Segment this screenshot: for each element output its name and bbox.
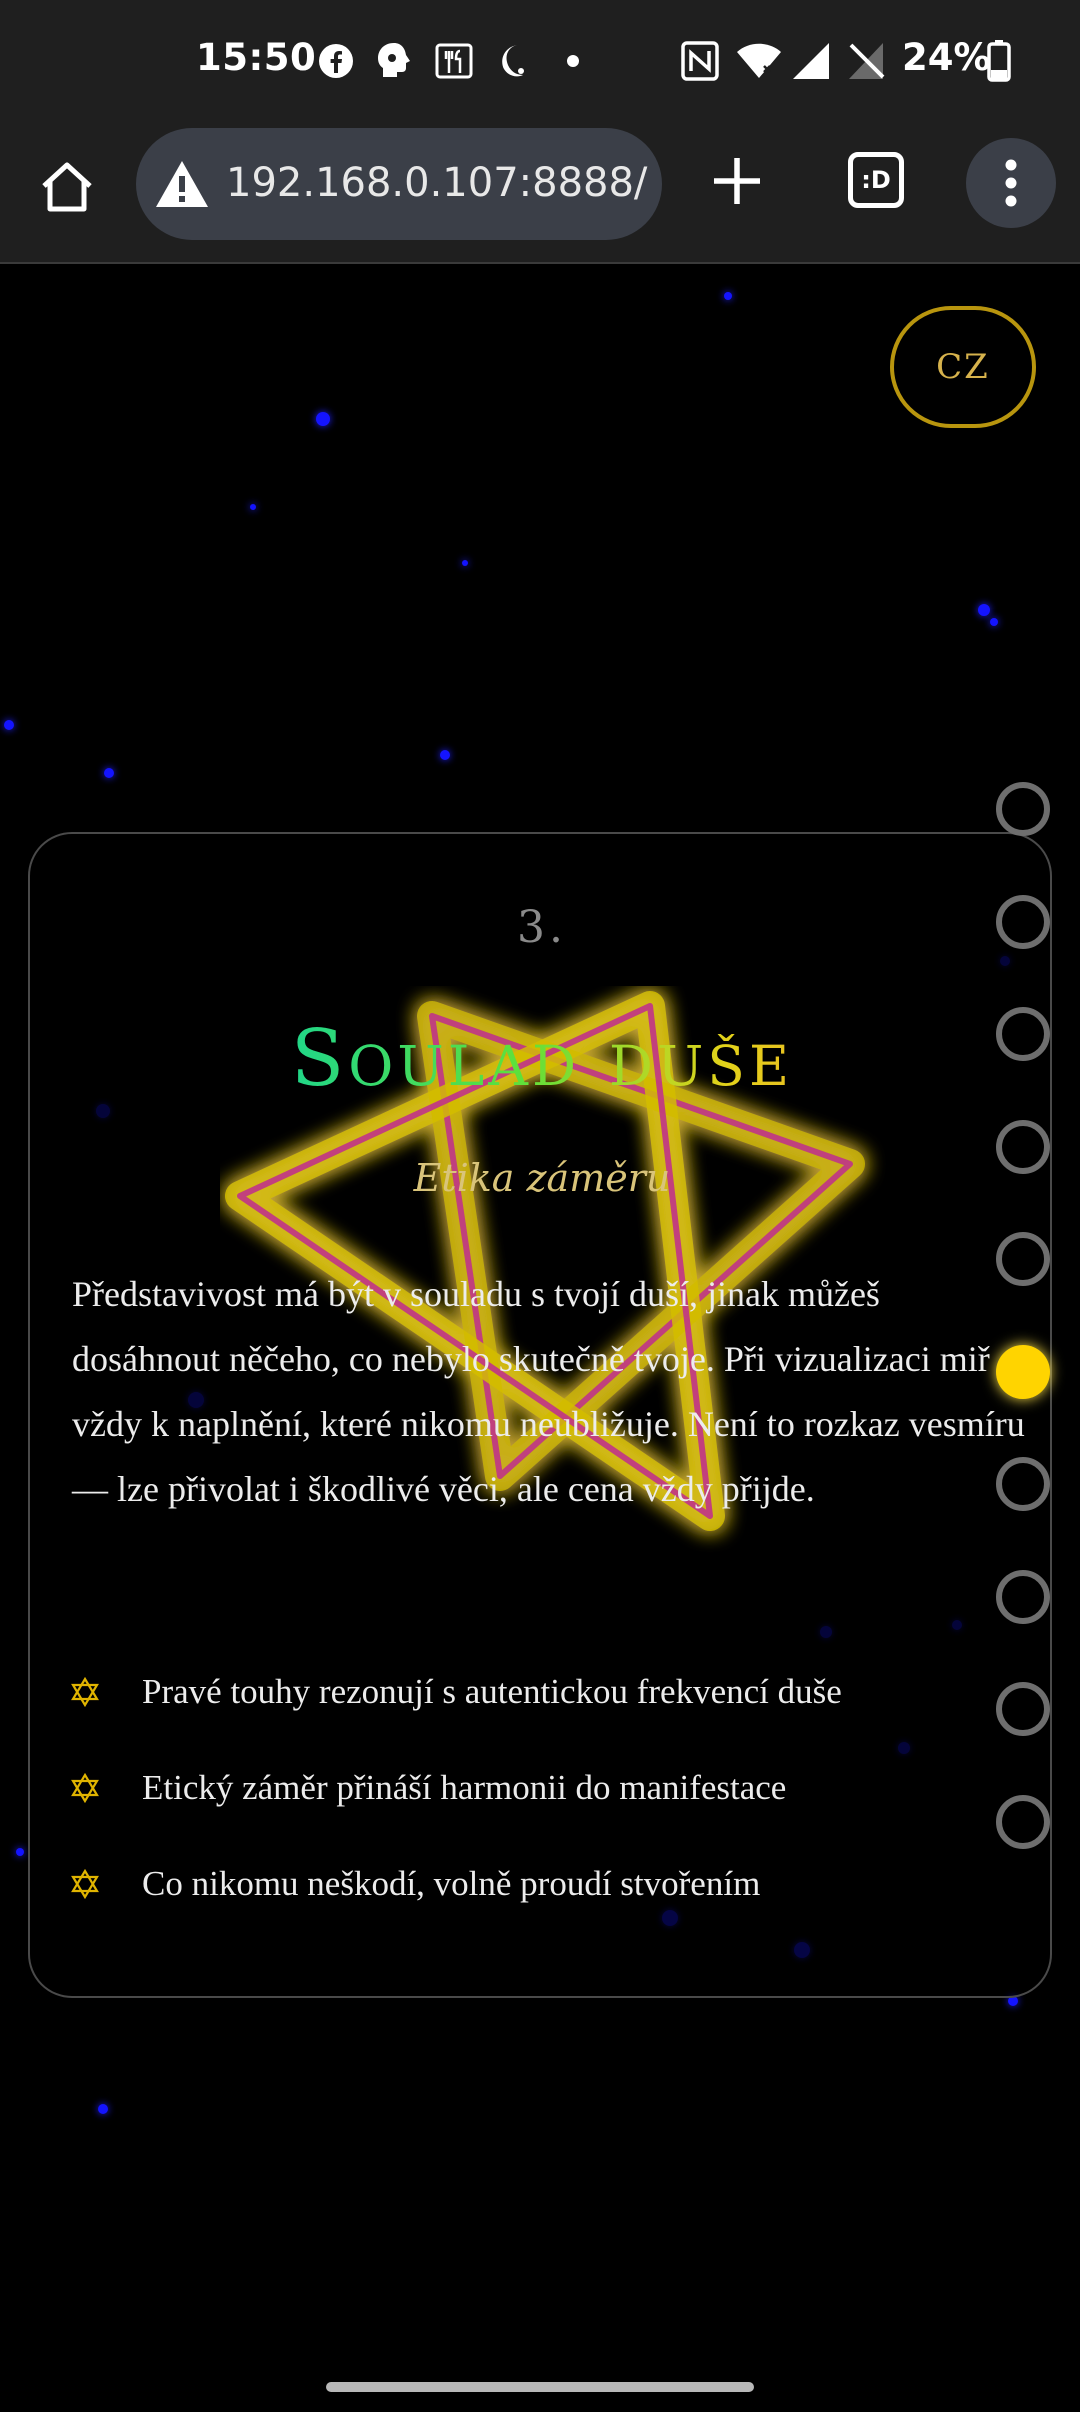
bullet-list: Pravé touhy rezonují s autentickou frekv… <box>70 1644 1030 1932</box>
list-item: Pravé touhy rezonují s autentickou frekv… <box>70 1644 1030 1740</box>
star-of-david-bullet-icon <box>71 1869 99 1899</box>
tab-switcher-button[interactable]: :D <box>848 152 904 208</box>
background-star <box>724 292 732 300</box>
background-star <box>250 504 256 510</box>
status-time: 15:50 <box>196 36 317 79</box>
section-nav-dot[interactable] <box>996 1232 1050 1286</box>
section-nav-dot[interactable] <box>996 1570 1050 1624</box>
home-button[interactable] <box>34 154 100 220</box>
more-vertical-icon <box>1005 159 1017 207</box>
star-of-david-bullet-icon <box>71 1773 99 1803</box>
section-title: Soulad duše <box>30 1014 1050 1104</box>
restaurant-icon <box>434 40 474 82</box>
warning-icon[interactable] <box>154 158 210 210</box>
nfc-icon <box>680 40 720 82</box>
star-of-david-bullet-icon <box>71 1677 99 1707</box>
section-nav-dot[interactable] <box>996 782 1050 836</box>
gesture-navigation-bar[interactable] <box>326 2382 754 2392</box>
wifi-icon <box>736 40 782 82</box>
list-item: Co nikomu neškodí, volně proudí stvoření… <box>70 1836 1030 1932</box>
cell-signal-icon <box>790 40 832 82</box>
app-notification-icon <box>374 40 414 82</box>
menu-button[interactable] <box>966 138 1056 228</box>
web-page: CZ 3. Soulad duše Etika záměru Představi… <box>0 266 1080 2412</box>
background-star <box>4 720 14 730</box>
background-star <box>316 412 330 426</box>
battery-icon <box>986 40 1012 82</box>
address-bar[interactable]: 192.168.0.107:8888/ <box>136 128 662 240</box>
content-card: 3. Soulad duše Etika záměru Představivos… <box>28 832 1052 1998</box>
url-text[interactable]: 192.168.0.107:8888/ <box>226 160 647 206</box>
background-star <box>98 2104 108 2114</box>
background-star <box>16 1848 24 1856</box>
home-icon <box>42 162 92 212</box>
battery-percent: 24% <box>902 36 991 79</box>
list-item-text: Pravé touhy rezonují s autentickou frekv… <box>142 1672 842 1711</box>
language-toggle-button[interactable]: CZ <box>890 306 1036 428</box>
section-nav-dot[interactable] <box>996 895 1050 949</box>
notification-dot-icon <box>562 40 584 82</box>
background-star <box>440 750 450 760</box>
background-star <box>462 560 468 566</box>
facebook-icon <box>318 40 354 82</box>
status-bar: 15:50 24% <box>0 0 1080 122</box>
section-nav-dot-active[interactable] <box>996 1345 1050 1399</box>
section-nav-dot[interactable] <box>996 1120 1050 1174</box>
section-number: 3. <box>517 902 567 953</box>
list-item-text: Co nikomu neškodí, volně proudí stvoření… <box>142 1864 761 1903</box>
section-body-text: Představivost má být v souladu s tvojí d… <box>72 1274 1025 1509</box>
night-mode-icon <box>496 40 530 82</box>
list-item-text: Etický záměr přináší harmonii do manifes… <box>142 1768 787 1807</box>
browser-toolbar: 192.168.0.107:8888/ :D <box>0 122 1080 264</box>
background-star <box>104 768 114 778</box>
plus-icon <box>714 158 760 204</box>
section-nav-dot[interactable] <box>996 1007 1050 1061</box>
section-nav-dot[interactable] <box>996 1457 1050 1511</box>
section-nav-dot[interactable] <box>996 1682 1050 1736</box>
cell-signal-no-service-icon <box>846 40 886 82</box>
background-star <box>978 604 990 616</box>
section-nav-dot[interactable] <box>996 1795 1050 1849</box>
section-subtitle: Etika záměru <box>413 1156 671 1200</box>
list-item: Etický záměr přináší harmonii do manifes… <box>70 1740 1030 1836</box>
background-star <box>990 618 998 626</box>
new-tab-button[interactable] <box>706 150 768 212</box>
